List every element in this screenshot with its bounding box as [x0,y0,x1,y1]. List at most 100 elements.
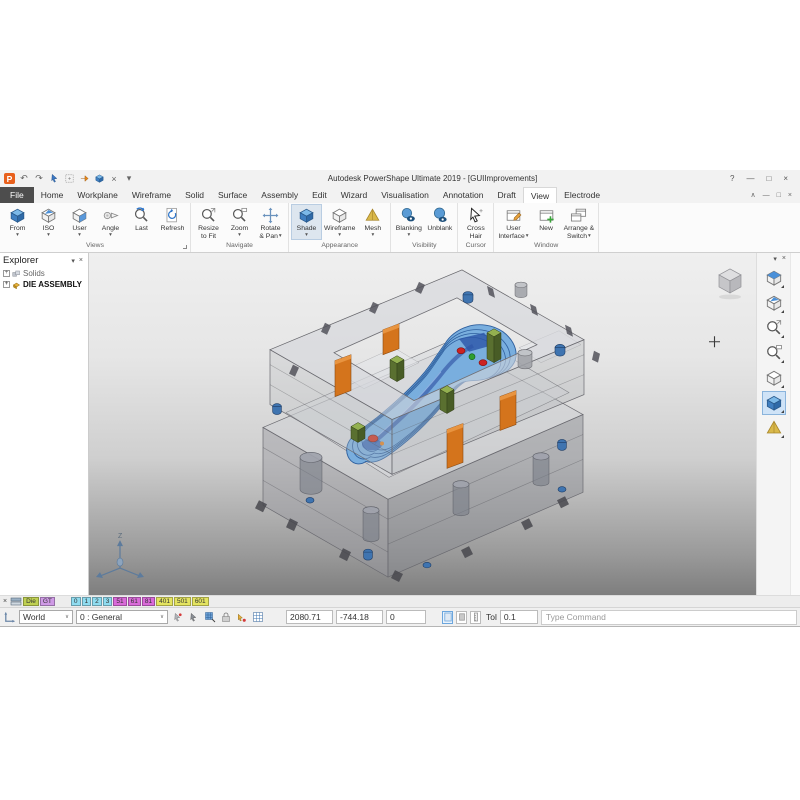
level-chip[interactable]: Die [23,597,39,606]
refresh-view-button[interactable]: Refresh [157,204,188,235]
arrange-switch-button[interactable]: Arrange &Switch▾ [562,204,597,242]
lock-icon[interactable] [219,611,232,624]
tab-wizard[interactable]: Wizard [334,187,374,203]
select-cursor-icon[interactable] [48,173,60,185]
delete-icon[interactable]: × [108,173,120,185]
undo-icon[interactable]: ↶ [18,173,30,185]
tab-annotation[interactable]: Annotation [436,187,491,203]
powershape-logo-icon[interactable]: P [4,173,15,184]
level-chip[interactable]: 3 [103,597,113,606]
3d-viewport[interactable]: Z [89,253,756,595]
tolerance-field[interactable]: 0.1 [500,610,538,624]
level-chip[interactable]: 1 [82,597,92,606]
coordinate-x-field[interactable]: 2080.71 [286,610,333,624]
tab-file[interactable]: File [0,187,34,203]
command-input[interactable] [541,610,797,625]
levels-icon[interactable] [10,597,22,606]
level-chip[interactable]: 401 [156,597,173,606]
iso-view-tool[interactable] [762,291,786,315]
tab-electrode[interactable]: Electrode [557,187,607,203]
from-view-button[interactable]: From▾ [2,204,33,240]
tab-wireframe[interactable]: Wireframe [125,187,178,203]
intelligent-cursor-icon[interactable] [235,611,248,624]
resize-to-fit-button[interactable]: Resizeto Fit [193,204,224,242]
tab-home[interactable]: Home [34,187,71,203]
level-chip[interactable]: 0 [71,597,81,606]
level-chip[interactable]: 51 [113,597,126,606]
tree-item-solids[interactable]: + Solids [0,268,88,279]
rotate-pan-button[interactable]: Rotate& Pan▾ [255,204,286,242]
views-dialog-launcher-icon[interactable] [183,245,187,249]
unblank-button[interactable]: Unblank [424,204,455,235]
blanking-button[interactable]: Blanking▾ [393,204,424,240]
coordinate-y-field[interactable]: -744.18 [336,610,383,624]
snap-pointer-icon[interactable] [171,611,184,624]
level-chip[interactable]: 61 [128,597,141,606]
wireframe-tool[interactable] [762,366,786,390]
doc-close-button[interactable]: × [788,192,792,199]
mesh-tool[interactable] [762,416,786,440]
grid-table-icon[interactable] [251,611,264,624]
tab-surface[interactable]: Surface [211,187,254,203]
tab-draft[interactable]: Draft [490,187,522,203]
tab-assembly[interactable]: Assembly [254,187,305,203]
toggle-relative-icon[interactable] [456,611,467,624]
resize-to-fit-tool[interactable] [762,316,786,340]
help-button[interactable]: ? [730,174,734,183]
workplane-selector[interactable]: World∨ [19,610,73,624]
level-chip[interactable]: 81 [142,597,155,606]
last-view-button[interactable]: Last [126,204,157,235]
grid-snap-icon[interactable] [203,611,216,624]
coordinate-z-field[interactable]: 0 [386,610,426,624]
tree-expander-icon[interactable]: + [3,281,10,288]
panel-pin-icon[interactable]: ▾ [773,255,777,263]
tree-item-die-assembly[interactable]: + DIE ASSEMBLY [0,279,88,290]
explorer-close-icon[interactable]: × [77,257,85,264]
close-button[interactable]: × [783,174,788,183]
doc-restore-button[interactable]: □ [777,192,781,199]
explorer-pin-icon[interactable]: ▾ [69,257,77,265]
level-chip[interactable]: GT [40,597,55,606]
ribbon: From▾ ISO▾ User▾ Angle▾ Last Refresh Vie… [0,203,800,253]
minimize-button[interactable]: — [746,174,754,183]
user-interface-button[interactable]: UserInterface▾ [496,204,530,242]
3d-viewport-canvas[interactable]: Z [89,253,756,595]
tab-workplane[interactable]: Workplane [70,187,124,203]
cross-hair-button[interactable]: CrossHair [460,204,491,242]
explorer-title: Explorer [3,255,38,266]
tab-solid[interactable]: Solid [178,187,211,203]
angle-view-button[interactable]: Angle▾ [95,204,126,240]
user-view-button[interactable]: User▾ [64,204,95,240]
tab-visualisation[interactable]: Visualisation [374,187,436,203]
new-window-button[interactable]: New [531,204,562,235]
tab-view[interactable]: View [523,187,557,203]
redo-icon[interactable]: ↷ [33,173,45,185]
level-chip[interactable]: 2 [92,597,102,606]
solid-cube-icon[interactable] [93,173,105,185]
toggle-ruler-icon[interactable] [470,611,481,624]
tab-edit[interactable]: Edit [305,187,334,203]
level-selector[interactable]: 0 : General∨ [76,610,168,624]
from-view-tool[interactable] [762,266,786,290]
doc-minimize-button[interactable]: — [763,192,770,199]
drag-pointer-icon[interactable] [187,611,200,624]
restore-button[interactable]: □ [766,174,771,183]
zoom-tool[interactable] [762,341,786,365]
zoom-button[interactable]: Zoom▾ [224,204,255,240]
wireframe-button[interactable]: Wireframe▾ [322,204,357,240]
toolbar-overflow-icon[interactable]: ▾ [123,173,135,185]
ribbon-collapse-button[interactable]: ∧ [751,191,756,199]
panel-close-icon[interactable]: × [782,255,786,263]
box-select-icon[interactable] [63,173,75,185]
levels-close-icon[interactable]: × [3,598,7,605]
level-chip[interactable]: 501 [174,597,191,606]
shade-tool[interactable] [762,391,786,415]
level-chip[interactable]: 601 [192,597,209,606]
tree-expander-icon[interactable]: + [3,270,10,277]
view-cube[interactable] [719,269,741,299]
mesh-button[interactable]: Mesh▾ [357,204,388,240]
iso-view-button[interactable]: ISO▾ [33,204,64,240]
import-icon[interactable] [78,173,90,185]
toggle-absolute-icon[interactable] [442,611,453,624]
shade-button[interactable]: Shade▾ [291,204,322,240]
